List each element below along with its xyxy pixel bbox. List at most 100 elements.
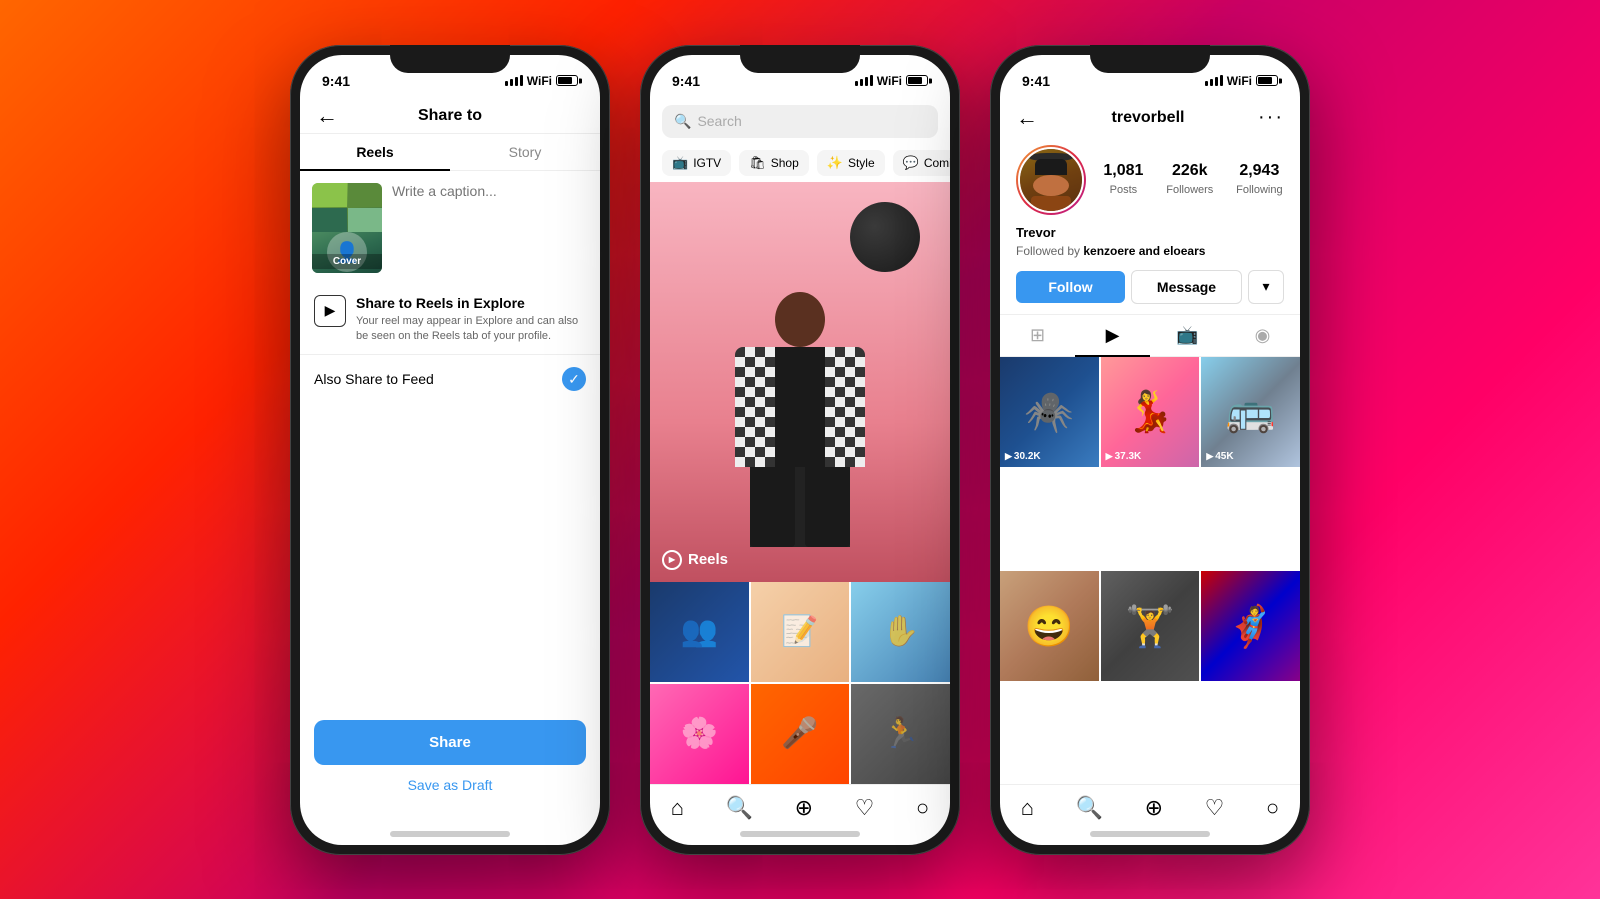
thumb-grid bbox=[312, 183, 382, 233]
profile-back-button[interactable]: ← bbox=[1016, 105, 1038, 131]
battery-icon-2 bbox=[906, 75, 928, 86]
signal-bars-2 bbox=[855, 75, 873, 86]
battery-icon-3 bbox=[1256, 75, 1278, 86]
views-3: 45K bbox=[1215, 451, 1233, 462]
nav-search-3[interactable]: 🔍 bbox=[1076, 795, 1103, 821]
avatar-bg bbox=[1020, 149, 1082, 211]
search-icon: 🔍 bbox=[674, 113, 691, 130]
stat-following: 2,943 Following bbox=[1236, 162, 1282, 198]
profile-username: trevorbell bbox=[1112, 109, 1185, 127]
chip-igtv[interactable]: 📺 IGTV bbox=[662, 150, 731, 176]
igtv-label: IGTV bbox=[693, 156, 721, 170]
p3-signal-bar-1 bbox=[1205, 81, 1208, 86]
share-button[interactable]: Share bbox=[314, 720, 586, 765]
grid-emoji-6: 🦸 bbox=[1226, 603, 1276, 650]
tab-story[interactable]: Story bbox=[450, 134, 600, 170]
grid-icon-4: 🌸 bbox=[681, 716, 718, 751]
shop-icon: 🛍 bbox=[749, 155, 766, 171]
search-bar[interactable]: 🔍 Search bbox=[662, 105, 938, 138]
tab-tv[interactable]: 📺 bbox=[1150, 315, 1225, 356]
leg-left bbox=[750, 467, 795, 547]
avatar-person bbox=[1020, 149, 1082, 211]
followed-by-names: kenzoere and eloears bbox=[1083, 244, 1205, 258]
grid-emoji-5: 🏋️ bbox=[1125, 603, 1175, 650]
nav-add-2[interactable]: ⊕ bbox=[795, 795, 813, 821]
nav-profile-3[interactable]: ○ bbox=[1266, 795, 1279, 821]
grid-item-2: 📝 bbox=[751, 582, 850, 682]
reels-hero: ▶ Reels bbox=[650, 182, 950, 582]
reels-text: Reels bbox=[688, 551, 728, 568]
phones-container: 9:41 WiFi ← Share to bbox=[290, 45, 1310, 855]
chip-comics[interactable]: 💬 Comics bbox=[893, 150, 950, 176]
feed-share-checkbox[interactable]: ✓ bbox=[562, 367, 586, 391]
action-buttons-row: Follow Message ▾ bbox=[1000, 266, 1300, 314]
status-time-3: 9:41 bbox=[1022, 73, 1050, 89]
thumb-cell-1 bbox=[312, 183, 347, 207]
phone2-screen: 9:41 WiFi 🔍 bbox=[650, 55, 950, 845]
battery-fill-3 bbox=[1258, 77, 1272, 84]
grid-item-5: 🎤 bbox=[751, 684, 850, 784]
message-button[interactable]: Message bbox=[1131, 270, 1242, 304]
stats-row: 1,081 Posts 226k Followers 2,943 Followi… bbox=[1102, 162, 1284, 198]
chip-shop[interactable]: 🛍 Shop bbox=[739, 150, 809, 176]
tab-reels[interactable]: Reels bbox=[300, 134, 450, 170]
hat-top bbox=[1035, 159, 1067, 175]
more-options-button[interactable]: ··· bbox=[1258, 106, 1284, 129]
p3-signal-bar-2 bbox=[1210, 79, 1213, 86]
grid-item-1: 👥 bbox=[650, 582, 749, 682]
status-icons-3: WiFi bbox=[1205, 74, 1278, 88]
feed-share-row[interactable]: Also Share to Feed ✓ bbox=[300, 354, 600, 403]
body bbox=[1031, 196, 1071, 210]
back-button[interactable]: ← bbox=[316, 103, 338, 129]
signal-bars-1 bbox=[505, 75, 523, 86]
following-count: 2,943 bbox=[1236, 162, 1282, 180]
wifi-icon-3: WiFi bbox=[1227, 74, 1252, 88]
explore-toggle-row: ▶ Share to Reels in Explore Your reel ma… bbox=[300, 285, 600, 355]
legs bbox=[750, 467, 850, 547]
cover-thumbnail: 👤 Cover bbox=[312, 183, 382, 273]
chip-style[interactable]: ✨ Style bbox=[817, 150, 885, 176]
explore-grid: 👥 📝 ✋ 🌸 bbox=[650, 582, 950, 784]
followers-label: Followers bbox=[1166, 184, 1213, 196]
nav-heart-2[interactable]: ♡ bbox=[855, 795, 875, 821]
tab-grid[interactable]: ⊞ bbox=[1000, 315, 1075, 356]
phone1-screen: 9:41 WiFi ← Share to bbox=[300, 55, 600, 845]
grid-emoji-4: 😄 bbox=[1024, 603, 1074, 650]
profile-info-row: 1,081 Posts 226k Followers 2,943 Followi… bbox=[1000, 137, 1300, 223]
follow-button[interactable]: Follow bbox=[1016, 271, 1125, 303]
head bbox=[775, 292, 825, 347]
play-icon-2: ▶ bbox=[1106, 451, 1113, 462]
tab-tagged[interactable]: ◉ bbox=[1225, 315, 1300, 356]
phone-share: 9:41 WiFi ← Share to bbox=[290, 45, 610, 855]
save-draft-button[interactable]: Save as Draft bbox=[314, 765, 586, 805]
nav-add-3[interactable]: ⊕ bbox=[1145, 795, 1163, 821]
caption-input[interactable] bbox=[392, 183, 588, 263]
p2-signal-bar-3 bbox=[865, 77, 868, 86]
nav-home-3[interactable]: ⌂ bbox=[1021, 795, 1034, 821]
stat-followers: 226k Followers bbox=[1166, 162, 1213, 198]
nav-heart-3[interactable]: ♡ bbox=[1205, 795, 1225, 821]
wifi-icon-2: WiFi bbox=[877, 74, 902, 88]
profile-header-bar: ← trevorbell ··· bbox=[1000, 99, 1300, 137]
status-icons-1: WiFi bbox=[505, 74, 578, 88]
profile-grid-item-2: 💃 ▶ 37.3K bbox=[1101, 357, 1200, 467]
tab-reels-profile[interactable]: ▶ bbox=[1075, 315, 1150, 356]
p2-nav-bar: ⌂ 🔍 ⊕ ♡ ○ bbox=[650, 784, 950, 825]
followed-by-row: Followed by kenzoere and eloears bbox=[1000, 242, 1300, 266]
grid-thumb-bg-5: 🎤 bbox=[751, 684, 850, 784]
play-icon-3: ▶ bbox=[1206, 451, 1213, 462]
nav-profile-2[interactable]: ○ bbox=[916, 795, 929, 821]
dropdown-button[interactable]: ▾ bbox=[1248, 270, 1284, 304]
views-2: 37.3K bbox=[1115, 451, 1142, 462]
reels-explore-icon: ▶ bbox=[314, 295, 346, 327]
home-indicator-3 bbox=[1090, 831, 1210, 837]
p2-signal-bar-1 bbox=[855, 81, 858, 86]
reels-icon: ▶ bbox=[662, 550, 682, 570]
nav-search-2[interactable]: 🔍 bbox=[726, 795, 753, 821]
notch-1 bbox=[390, 45, 510, 73]
comics-label: Comics bbox=[924, 156, 950, 170]
nav-home-2[interactable]: ⌂ bbox=[671, 795, 684, 821]
profile-grid-item-6: 🦸 bbox=[1201, 571, 1300, 681]
profile-name: Trevor bbox=[1000, 223, 1300, 242]
signal-bars-3 bbox=[1205, 75, 1223, 86]
